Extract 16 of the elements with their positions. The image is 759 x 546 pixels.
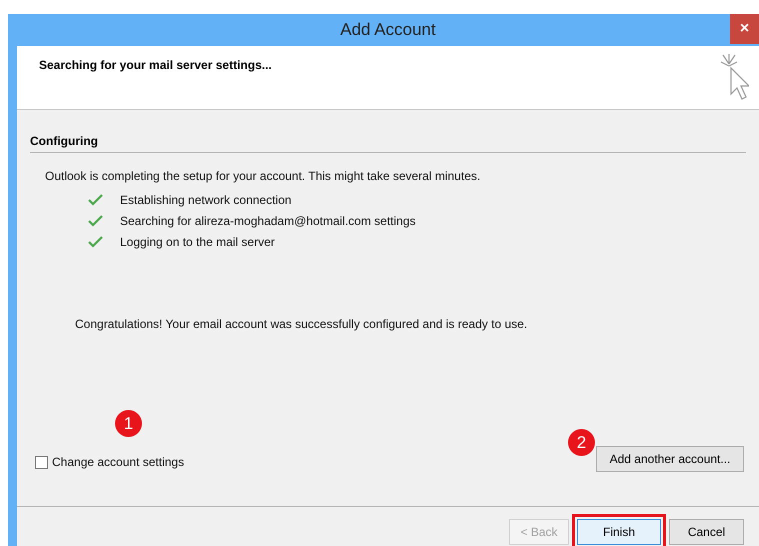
annotation-marker: 1 xyxy=(115,410,142,437)
checkbox[interactable] xyxy=(35,456,48,468)
success-message: Congratulations! Your email account was successfully configured and is ready to use. xyxy=(75,316,528,333)
step-label: Establishing network connection xyxy=(120,192,292,208)
window-title: Add Account xyxy=(340,19,436,42)
close-button[interactable]: × xyxy=(730,14,759,44)
add-another-account-button[interactable]: Add another account... xyxy=(596,446,744,472)
cancel-button[interactable]: Cancel xyxy=(669,519,744,545)
step-label: Logging on to the mail server xyxy=(120,234,275,250)
finish-button[interactable]: Finish xyxy=(577,519,661,545)
intro-text: Outlook is completing the setup for your account. This might take several minutes. xyxy=(45,168,482,185)
annotation-marker: 2 xyxy=(568,429,595,456)
checkbox-label[interactable]: Change account settings xyxy=(52,453,184,471)
step-label: Searching for alireza-moghadam@hotmail.com settings xyxy=(120,212,416,230)
section-title: Configuring xyxy=(30,133,99,150)
header-title: Searching for your mail server settings... xyxy=(39,57,272,74)
